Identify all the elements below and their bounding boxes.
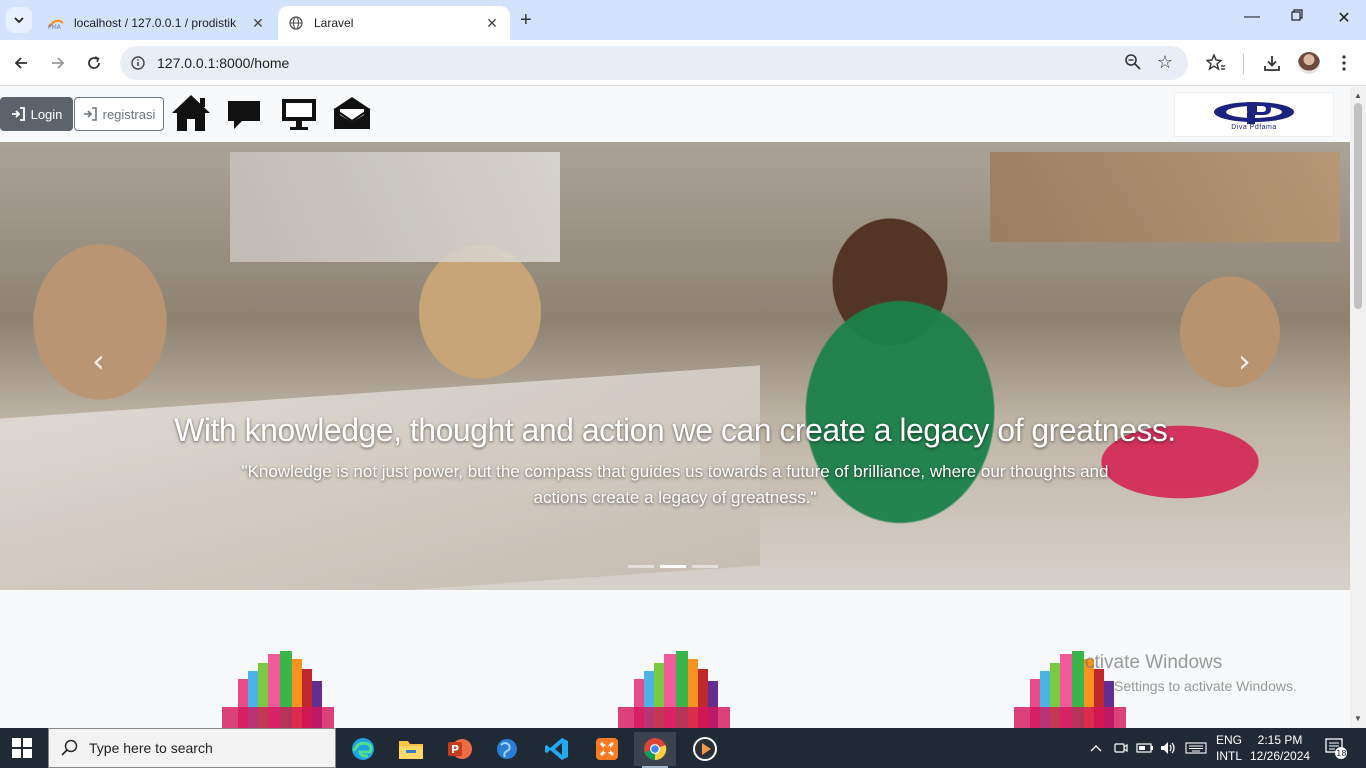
globe-app-icon[interactable] xyxy=(486,732,528,766)
show-hidden-icons[interactable] xyxy=(1090,728,1102,768)
site-info-icon[interactable] xyxy=(130,54,146,77)
tab-title: Laravel xyxy=(314,16,354,30)
close-window-icon[interactable]: ✕ xyxy=(1334,8,1354,28)
volume-icon[interactable] xyxy=(1160,728,1178,768)
carousel-indicator[interactable] xyxy=(660,565,686,568)
reload-icon[interactable] xyxy=(81,50,107,76)
login-label: Login xyxy=(30,106,63,122)
activate-windows-title: ctivate Windows xyxy=(1085,652,1223,673)
back-arrow-icon[interactable] xyxy=(8,50,34,76)
browser-tab-strip: PMA localhost / 127.0.0.1 / prodistik ✕ … xyxy=(0,0,1366,40)
carousel-image-overlay xyxy=(0,142,1350,590)
windows-start-icon[interactable] xyxy=(12,738,32,763)
brand-logo[interactable]: Diva Pdfama xyxy=(1174,92,1334,137)
close-tab-icon[interactable]: ✕ xyxy=(250,15,266,32)
carousel-indicator[interactable] xyxy=(692,565,718,568)
language-indicator[interactable]: ENG INTL xyxy=(1216,732,1242,764)
tab-title: localhost / 127.0.0.1 / prodistik xyxy=(74,16,237,30)
more-menu-icon[interactable] xyxy=(1332,51,1356,75)
search-placeholder: Type here to search xyxy=(89,740,213,756)
activate-windows-subtitle: Settings to activate Windows. xyxy=(1114,678,1297,694)
scroll-up-icon[interactable]: ▲ xyxy=(1354,91,1362,100)
globe-icon xyxy=(288,15,304,31)
clock-time: 2:15 PM xyxy=(1257,733,1303,747)
page-scrollbar[interactable]: ▲ ▼ xyxy=(1350,87,1366,728)
powerpoint-icon[interactable]: P xyxy=(438,732,480,766)
language-code: ENG xyxy=(1216,733,1243,747)
carousel-indicator[interactable] xyxy=(628,565,654,568)
logo-text: Diva Pdfama xyxy=(1231,123,1277,131)
comment-icon[interactable] xyxy=(226,99,262,136)
register-button[interactable]: registrasi xyxy=(74,97,164,131)
login-button[interactable]: Login xyxy=(0,97,73,131)
scroll-down-icon[interactable]: ▼ xyxy=(1354,714,1362,723)
carousel-caption: With knowledge, thought and action we ca… xyxy=(0,412,1350,511)
forward-arrow-icon[interactable] xyxy=(45,50,71,76)
bookmarks-list-icon[interactable] xyxy=(1204,51,1228,75)
taskbar-search-box[interactable]: Type here to search xyxy=(48,728,336,768)
close-tab-icon[interactable]: ✕ xyxy=(484,15,500,32)
page-viewport: Login registrasi Diva Pdfama ‹ › With kn… xyxy=(0,87,1350,728)
minimize-icon[interactable]: — xyxy=(1242,8,1262,26)
carousel-prev-icon[interactable]: ‹ xyxy=(92,342,105,380)
logo-mark-icon xyxy=(1214,101,1294,124)
carousel-title: With knowledge, thought and action we ca… xyxy=(174,412,1176,448)
restore-icon[interactable] xyxy=(1287,8,1307,26)
chrome-icon[interactable] xyxy=(634,732,676,768)
new-tab-button[interactable]: + xyxy=(520,9,532,32)
carousel-subtitle: "Knowledge is not just power, but the co… xyxy=(241,462,1109,507)
carousel-indicators xyxy=(628,565,718,568)
profile-avatar[interactable] xyxy=(1298,52,1320,74)
url-text: 127.0.0.1:8000/home xyxy=(157,55,290,71)
xampp-icon[interactable] xyxy=(586,732,628,766)
file-explorer-icon[interactable] xyxy=(390,732,432,766)
carousel-next-icon[interactable]: › xyxy=(1238,342,1251,380)
media-player-icon[interactable] xyxy=(684,732,726,766)
chevron-down-icon xyxy=(14,17,24,24)
address-bar[interactable]: 127.0.0.1:8000/home ☆ xyxy=(120,46,1188,80)
tab-search-button[interactable] xyxy=(6,7,32,33)
vscode-icon[interactable] xyxy=(536,732,578,766)
svg-text:PMA: PMA xyxy=(48,24,62,29)
envelope-open-icon[interactable] xyxy=(332,95,372,136)
keyboard-layout: INTL xyxy=(1216,749,1243,763)
register-label: registrasi xyxy=(102,106,156,122)
desktop-icon[interactable] xyxy=(280,97,318,136)
clock-date: 12/26/2024 xyxy=(1250,749,1311,763)
battery-icon[interactable] xyxy=(1136,728,1154,768)
hero-carousel: ‹ › With knowledge, thought and action w… xyxy=(0,142,1350,590)
books-image xyxy=(218,649,338,728)
phpmyadmin-icon: PMA xyxy=(48,15,64,31)
browser-toolbar: 127.0.0.1:8000/home ☆ xyxy=(0,40,1366,86)
svg-text:P: P xyxy=(451,743,459,756)
notification-badge: 18 xyxy=(1336,749,1346,758)
sign-in-icon xyxy=(11,107,25,121)
edge-icon[interactable] xyxy=(342,732,384,766)
sign-in-icon xyxy=(83,107,97,121)
bookmark-star-icon[interactable]: ☆ xyxy=(1157,52,1173,73)
zoom-icon[interactable] xyxy=(1124,53,1142,76)
tab-laravel[interactable]: Laravel ✕ xyxy=(278,6,510,40)
toolbar-divider xyxy=(1243,54,1244,74)
scrollbar-thumb[interactable] xyxy=(1354,103,1362,309)
download-icon[interactable] xyxy=(1260,51,1284,75)
books-image xyxy=(614,649,734,728)
keyboard-icon[interactable] xyxy=(1185,728,1207,768)
notification-center-icon[interactable]: 18 xyxy=(1324,728,1348,768)
system-clock[interactable]: 2:15 PM 12/26/2024 xyxy=(1250,732,1310,764)
windows-taskbar: Type here to search P ENG INTL 2:15 PM 1… xyxy=(0,728,1366,768)
search-icon xyxy=(61,739,78,756)
tab-phpmyadmin[interactable]: PMA localhost / 127.0.0.1 / prodistik ✕ xyxy=(38,6,276,40)
home-icon[interactable] xyxy=(170,93,212,138)
meet-now-icon[interactable] xyxy=(1114,728,1128,768)
